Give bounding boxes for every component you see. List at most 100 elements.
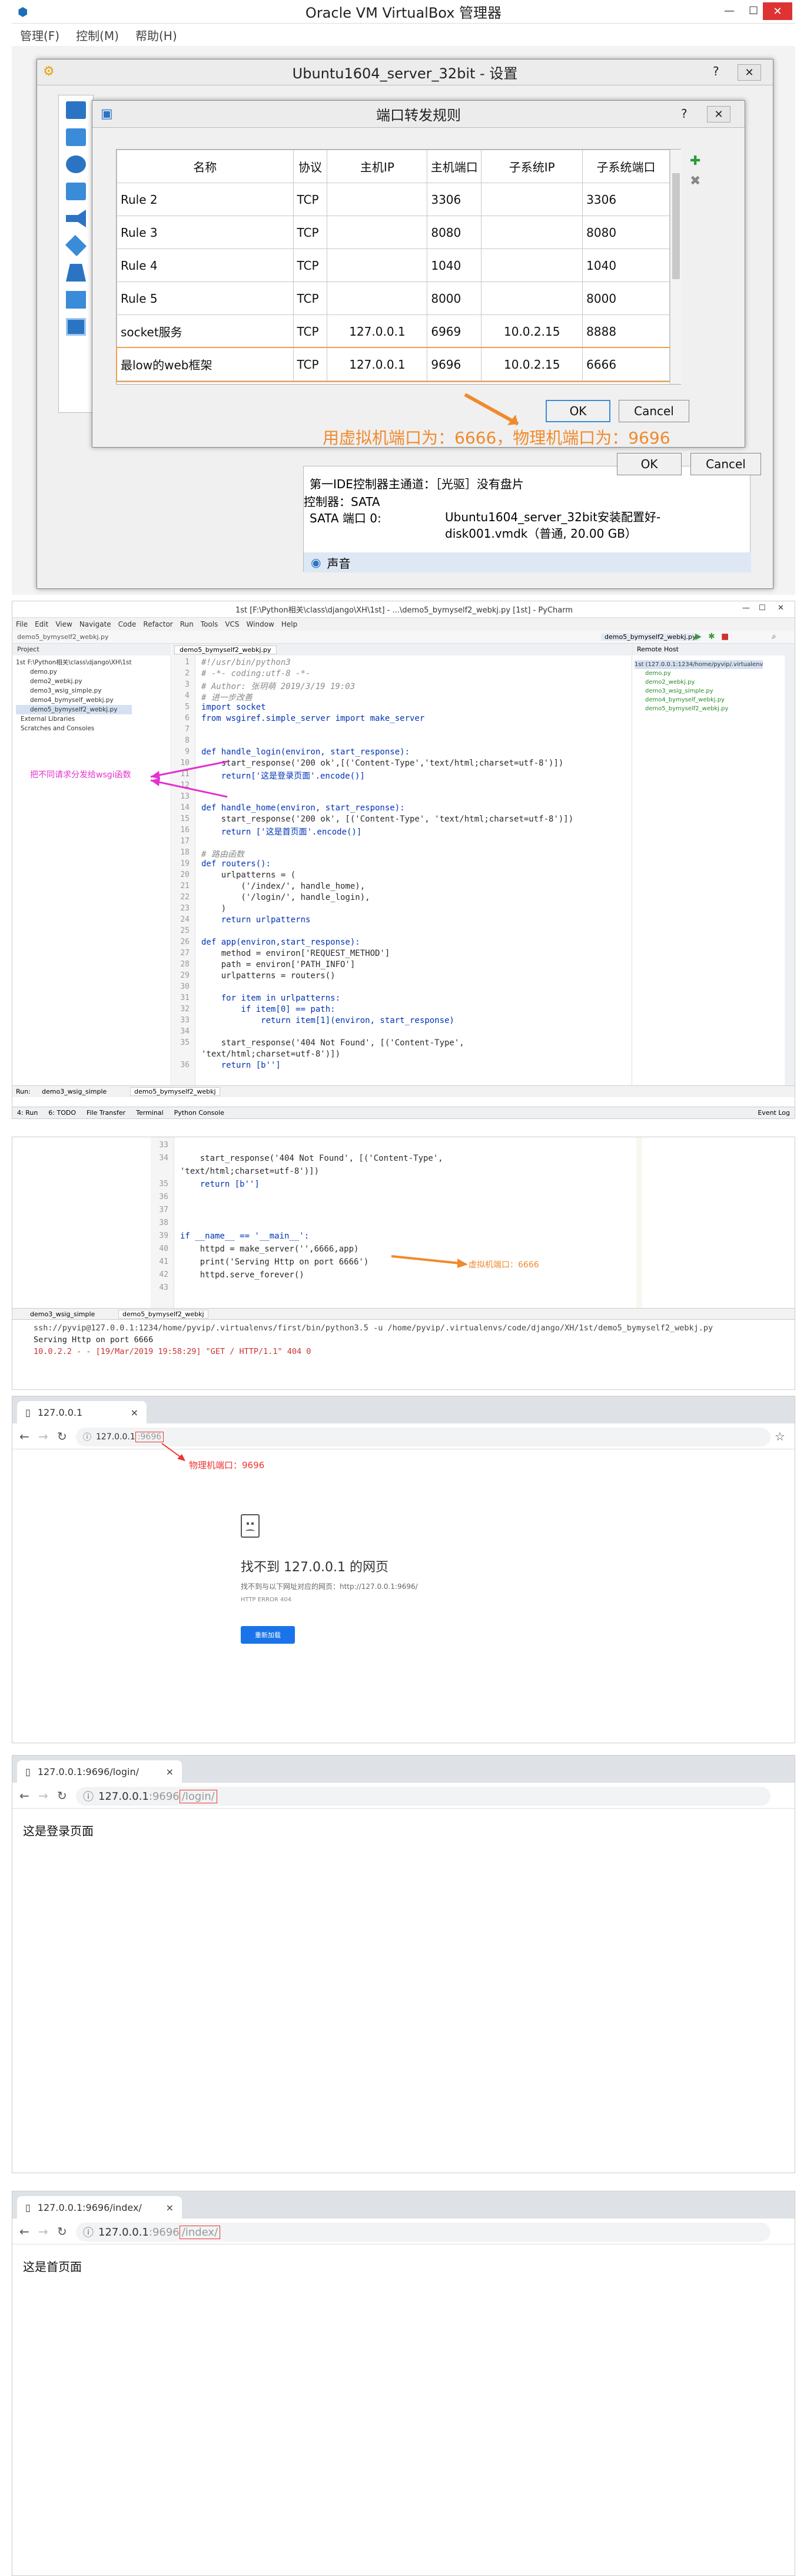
table-row[interactable]: Rule 5 TCP 8000 8000 <box>117 282 670 315</box>
col-protocol[interactable]: 协议 <box>293 150 328 183</box>
tool-tab-python-console[interactable]: Python Console <box>174 1109 224 1117</box>
star-icon[interactable]: ☆ <box>775 1429 785 1443</box>
settings-close-icon[interactable]: ✕ <box>738 64 761 81</box>
menu-file[interactable]: File <box>16 620 28 628</box>
settings-ok-button[interactable]: OK <box>617 453 682 475</box>
reload-icon[interactable]: ↻ <box>57 1429 67 1443</box>
browser-tab[interactable]: ▯ 127.0.0.1:9696/index/ × <box>17 2196 182 2219</box>
address-bar[interactable]: ⓘ 127.0.0.1:9696/index/ <box>76 2223 771 2241</box>
storage-icon[interactable] <box>66 183 86 200</box>
tree-scratches[interactable]: Scratches and Consoles <box>16 724 132 733</box>
console-tab[interactable]: demo3_wsig_simple <box>30 1310 95 1318</box>
menu-help[interactable]: 帮助(H) <box>135 27 177 44</box>
pf-ok-button[interactable]: OK <box>546 400 610 422</box>
menu-window[interactable]: Window <box>247 620 274 628</box>
shared-folders-icon[interactable] <box>66 291 86 309</box>
maximize-icon[interactable]: ☐ <box>759 604 766 612</box>
menu-view[interactable]: View <box>55 620 72 628</box>
tool-tab-todo[interactable]: 6: TODO <box>48 1109 76 1117</box>
pf-help-icon[interactable]: ? <box>681 107 688 121</box>
close-icon[interactable]: ✕ <box>763 2 792 20</box>
tool-tab-file-transfer[interactable]: File Transfer <box>87 1109 125 1117</box>
back-icon[interactable]: ← <box>19 1789 29 1803</box>
reload-button[interactable]: 重新加载 <box>241 1626 295 1644</box>
minimize-icon[interactable]: — <box>742 604 750 612</box>
pf-cancel-button[interactable]: Cancel <box>619 400 689 422</box>
run-tab[interactable]: demo3_wsig_simple <box>42 1088 107 1095</box>
tree-file[interactable]: demo2_webkj.py <box>16 677 132 686</box>
editor-scroll-stripe[interactable] <box>636 1137 642 1308</box>
run-icon[interactable]: ▶ <box>695 632 702 641</box>
network-icon[interactable] <box>65 234 87 257</box>
forward-icon[interactable]: → <box>38 1789 48 1803</box>
nav-breadcrumb[interactable]: demo5_bymyself2_webkj.py <box>17 633 109 641</box>
settings-cancel-button[interactable]: Cancel <box>690 453 761 475</box>
editor-tab-active[interactable]: demo5_bymyself2_webkj.py <box>174 645 277 654</box>
code-editor[interactable]: demo5_bymyself2_webkj.py 1 #!/usr/bin/pyt… <box>172 644 631 1085</box>
code-editor-bottom[interactable]: 33 34 start_response('404 Not Found', [('… <box>12 1137 795 1308</box>
col-host-port[interactable]: 主机端口 <box>427 150 482 183</box>
menu-refactor[interactable]: Refactor <box>143 620 172 628</box>
address-bar[interactable]: ⓘ 127.0.0.1:9696/login/ <box>76 1787 771 1806</box>
run-tab-active[interactable]: demo5_bymyself2_webkj <box>130 1087 220 1096</box>
reload-icon[interactable]: ↻ <box>57 1789 67 1803</box>
maximize-icon[interactable]: ☐ <box>749 5 758 17</box>
event-log[interactable]: Event Log <box>758 1109 790 1117</box>
table-row-selected[interactable]: 最low的web框架 TCP 127.0.0.1 9696 10.0.2.15 … <box>115 346 671 382</box>
browser-tab[interactable]: ▯ 127.0.0.1 × <box>17 1401 147 1423</box>
browser-tab[interactable]: ▯ 127.0.0.1:9696/login/ × <box>17 1760 182 1783</box>
remote-host-header[interactable]: Remote Host <box>632 644 785 655</box>
forward-icon[interactable]: → <box>38 1429 48 1443</box>
remove-rule-icon[interactable]: ✖ <box>690 174 700 188</box>
info-icon[interactable]: ⓘ <box>83 1789 94 1804</box>
forward-icon[interactable]: → <box>38 2224 48 2239</box>
menu-run[interactable]: Run <box>180 620 194 628</box>
tab-close-icon[interactable]: × <box>131 1407 138 1418</box>
usb-icon[interactable] <box>66 264 86 282</box>
menu-vcs[interactable]: VCS <box>225 620 239 628</box>
reload-icon[interactable]: ↻ <box>57 2224 67 2239</box>
tree-file[interactable]: demo4_bymyself_webkj.py <box>16 696 132 705</box>
general-icon[interactable] <box>66 101 86 119</box>
tree-file-selected[interactable]: demo5_bymyself2_webkj.py <box>16 705 132 714</box>
col-guest-port[interactable]: 子系统端口 <box>582 150 670 183</box>
tree-file[interactable]: demo3_wsig_simple.py <box>16 686 132 696</box>
stop-icon[interactable]: ■ <box>721 632 729 641</box>
table-row[interactable]: Rule 4 TCP 1040 1040 <box>117 249 670 282</box>
tab-close-icon[interactable]: × <box>166 2202 174 2213</box>
display-icon[interactable] <box>66 155 86 173</box>
table-row[interactable]: Rule 2 TCP 3306 3306 <box>117 183 670 216</box>
remote-tree-root[interactable]: 1st (127.0.0.1:1234/home/pyvip/.virtuale… <box>635 660 763 669</box>
close-icon[interactable]: ✕ <box>778 604 784 612</box>
console-tab-active[interactable]: demo5_bymyself2_webkj <box>118 1310 208 1319</box>
tool-tab-run[interactable]: 4: Run <box>17 1109 38 1117</box>
tab-close-icon[interactable]: × <box>166 1766 174 1777</box>
minimize-icon[interactable]: — <box>724 5 735 17</box>
add-rule-icon[interactable]: ✚ <box>690 154 700 168</box>
menu-control[interactable]: 控制(M) <box>76 27 119 44</box>
search-icon[interactable]: ⌕ <box>772 632 776 641</box>
col-guest-ip[interactable]: 子系统IP <box>481 150 583 183</box>
menu-tools[interactable]: Tools <box>201 620 218 628</box>
tree-external-libraries[interactable]: External Libraries <box>16 714 132 724</box>
audio-icon[interactable] <box>66 210 86 227</box>
col-name[interactable]: 名称 <box>117 150 294 183</box>
info-icon[interactable]: ⓘ <box>83 1431 91 1443</box>
run-config-select[interactable]: demo5_bymyself2_webkj.py <box>601 633 700 641</box>
table-row[interactable]: socket服务 TCP 127.0.0.1 6969 10.0.2.15 88… <box>117 314 670 348</box>
col-host-ip[interactable]: 主机IP <box>327 150 428 183</box>
tool-tab-terminal[interactable]: Terminal <box>136 1109 164 1117</box>
back-icon[interactable]: ← <box>19 2224 29 2239</box>
table-row[interactable]: Rule 3 TCP 8080 8080 <box>117 216 670 249</box>
tree-root[interactable]: 1st F:\Python相关\class\django\XH\1st <box>16 658 132 667</box>
back-icon[interactable]: ← <box>19 1429 29 1443</box>
project-header[interactable]: Project <box>12 644 171 655</box>
help-icon[interactable]: ? <box>713 64 719 78</box>
menu-edit[interactable]: Edit <box>35 620 48 628</box>
remote-file[interactable]: demo3_wsig_simple.py <box>635 687 763 696</box>
menu-manage[interactable]: 管理(F) <box>20 27 59 44</box>
debug-icon[interactable]: ✱ <box>708 632 715 641</box>
user-interface-icon[interactable] <box>66 318 86 336</box>
remote-file[interactable]: demo5_bymyself2_webkj.py <box>635 704 763 713</box>
info-icon[interactable]: ⓘ <box>83 2224 94 2240</box>
